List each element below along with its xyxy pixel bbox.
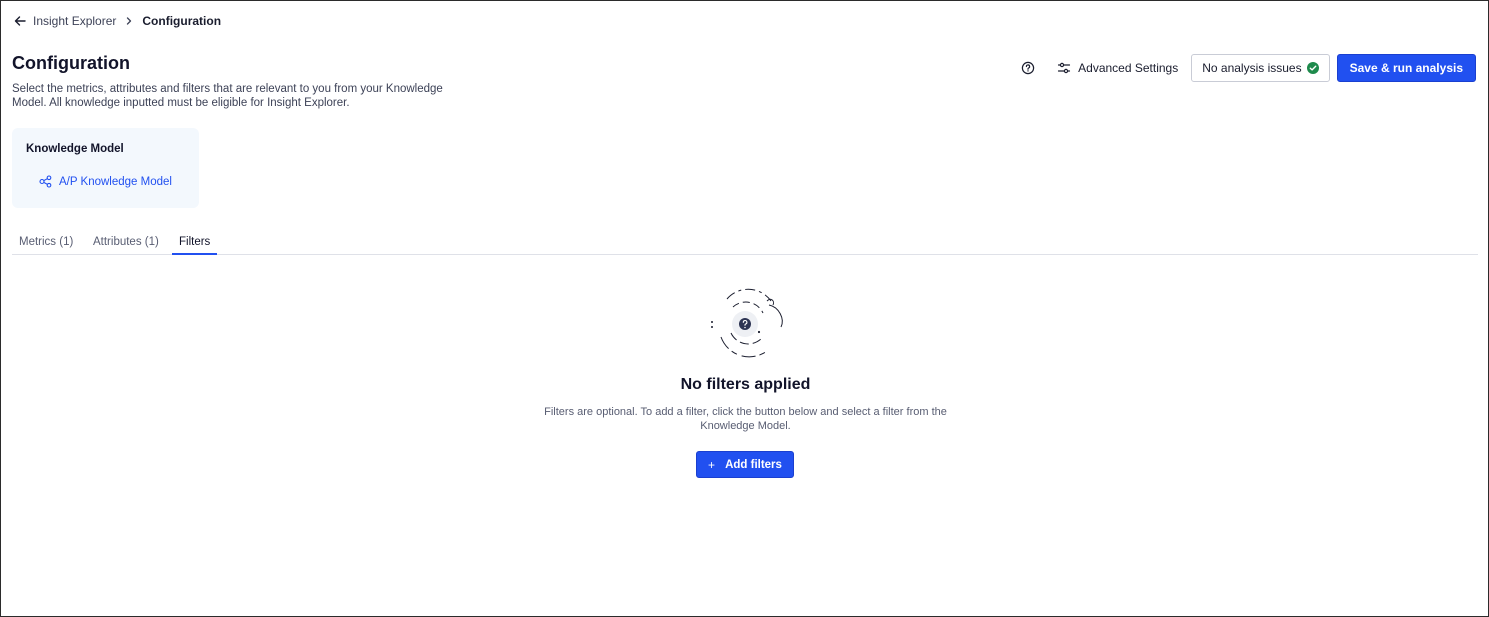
empty-state-title: No filters applied [680, 376, 811, 393]
page-frame: Insight Explorer Configuration Configura… [0, 0, 1489, 617]
page-description: Select the metrics, attributes and filte… [12, 83, 443, 109]
advanced-settings-button[interactable]: Advanced Settings [1057, 61, 1178, 75]
add-filters-button[interactable]: + Add filters [696, 451, 794, 478]
empty-state-illustration [705, 287, 787, 359]
chevron-right-icon [124, 16, 134, 26]
tab-filters[interactable]: Filters [172, 236, 218, 255]
arrow-left-icon[interactable] [13, 14, 27, 28]
advanced-settings-label: Advanced Settings [1078, 61, 1179, 75]
tab-attributes[interactable]: Attributes (1) [93, 236, 159, 255]
sliders-icon [1057, 61, 1071, 75]
analysis-issues-label: No analysis issues [1202, 61, 1302, 75]
save-run-analysis-button[interactable]: Save & run analysis [1336, 54, 1476, 82]
knowledge-model-card: Knowledge Model A/P Knowledge Model [12, 128, 199, 208]
graph-nodes-icon [39, 175, 52, 188]
breadcrumb-current: Configuration [142, 14, 222, 28]
add-filters-label: Add filters [725, 458, 782, 471]
check-circle-icon [1306, 62, 1319, 74]
plus-icon: + [708, 457, 716, 472]
knowledge-model-title: Knowledge Model [26, 143, 124, 155]
knowledge-model-link-label: A/P Knowledge Model [59, 175, 172, 188]
breadcrumb-parent-link[interactable]: Insight Explorer [33, 14, 116, 28]
analysis-issues-button[interactable]: No analysis issues [1191, 54, 1330, 82]
tab-metrics[interactable]: Metrics (1) [19, 236, 73, 255]
config-tabs: Metrics (1) Attributes (1) Filters [12, 230, 1478, 255]
page-title: Configuration [12, 53, 130, 73]
breadcrumb: Insight Explorer Configuration [13, 13, 221, 29]
header-actions: Advanced Settings No analysis issues Sav… [1021, 54, 1476, 82]
empty-state-text: Filters are optional. To add a filter, c… [544, 406, 947, 432]
knowledge-model-link[interactable]: A/P Knowledge Model [39, 175, 172, 188]
help-icon[interactable] [1021, 61, 1035, 75]
